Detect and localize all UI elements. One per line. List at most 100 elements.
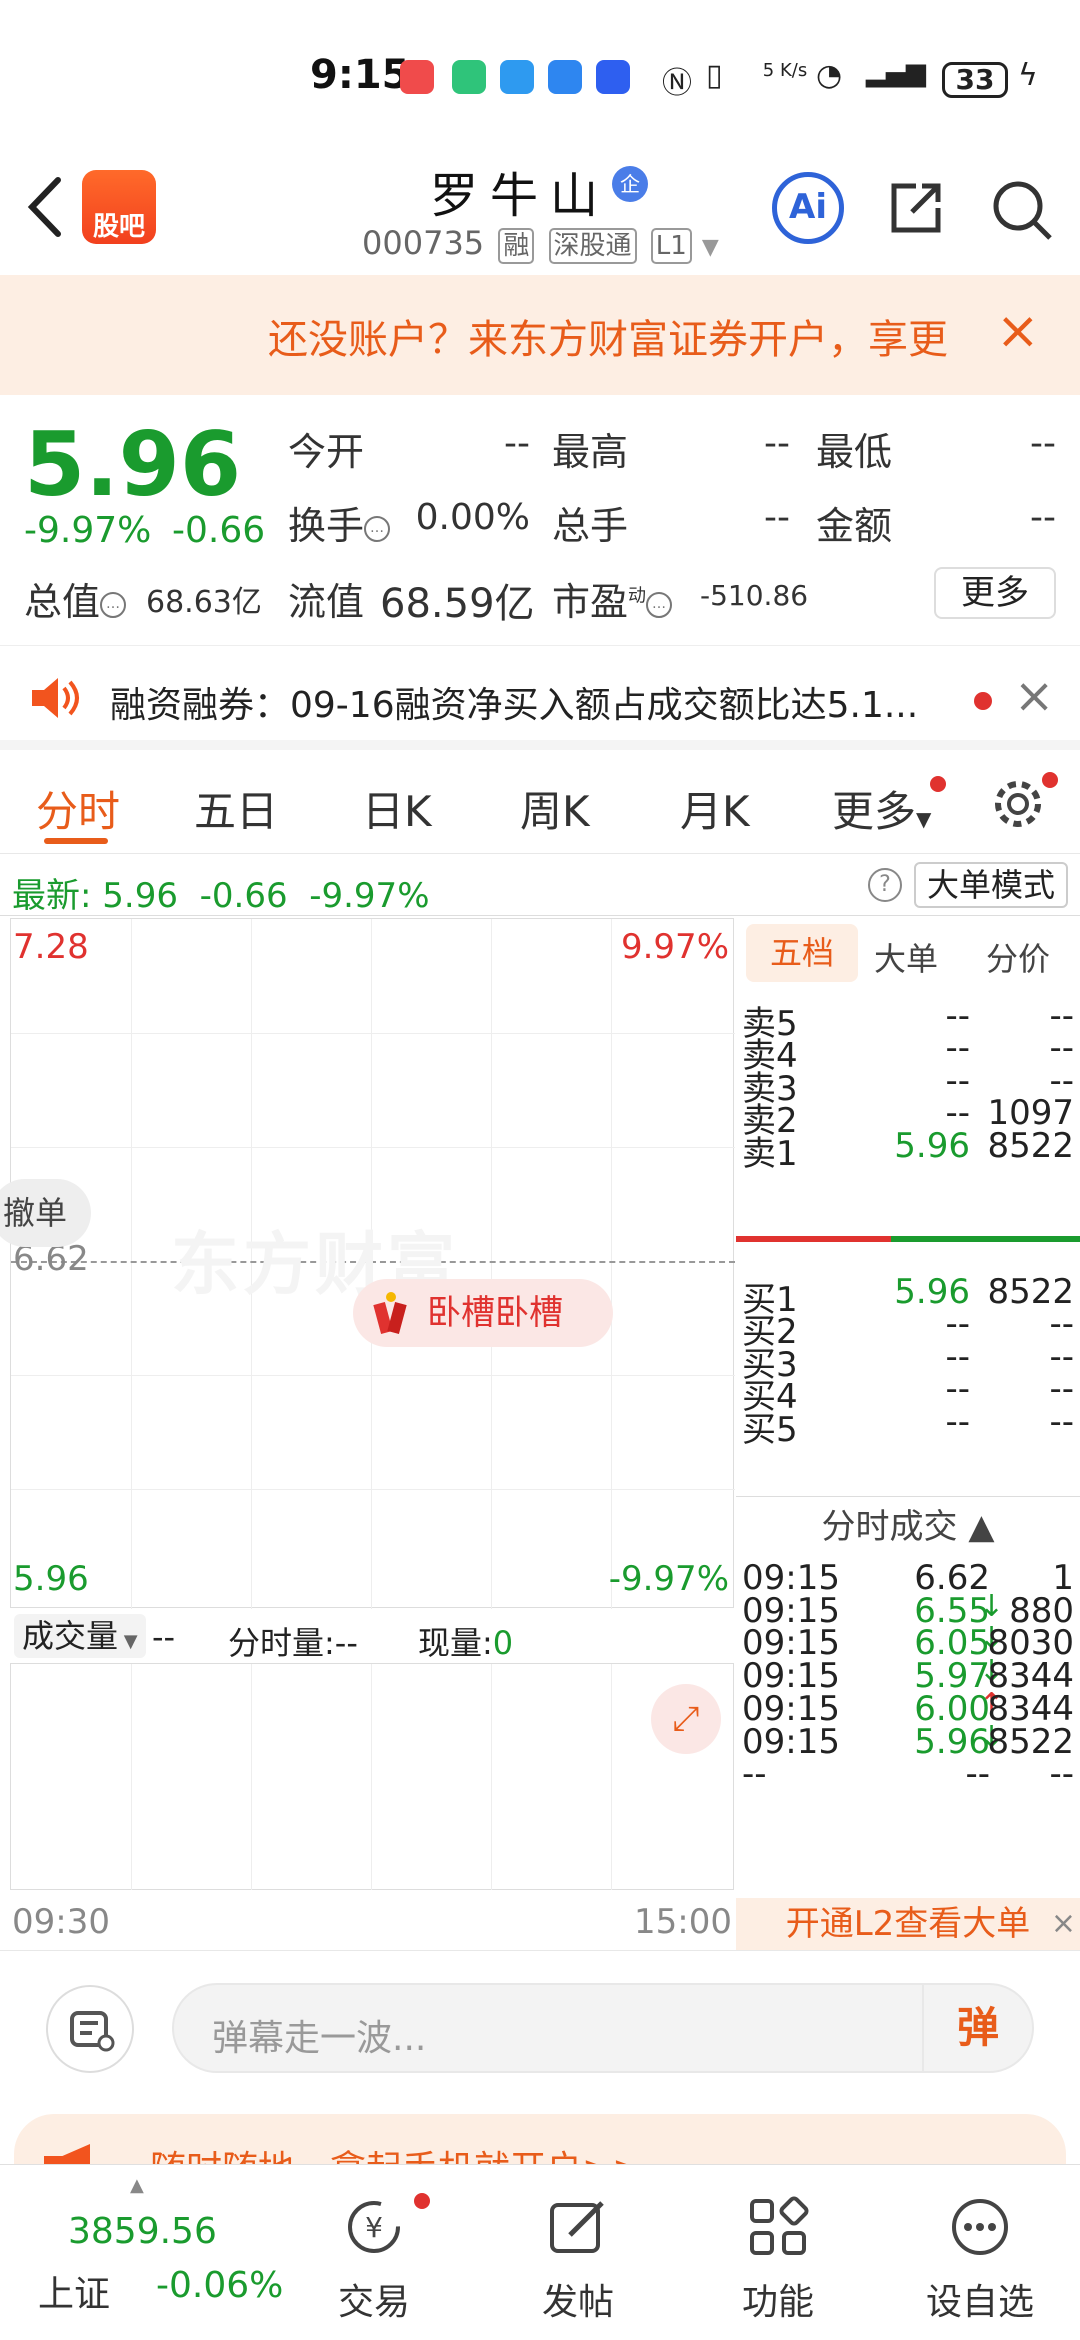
nav-post-label: 发帖	[541, 2282, 614, 2323]
stock-name: 罗牛山	[430, 168, 611, 224]
time-axis: 09:30 15:00	[10, 1892, 734, 1948]
nav-post[interactable]: 发帖	[508, 2195, 648, 2335]
bid-ask-ratio-bar	[736, 1236, 1080, 1242]
info-icon[interactable]: …	[364, 515, 391, 542]
danmu-toggle-button[interactable]: 弹	[922, 1985, 1032, 2071]
dropdown-icon: ▼	[701, 235, 719, 260]
low-label: 最低	[816, 430, 893, 474]
volume-label: 总手	[552, 504, 629, 548]
trades-header[interactable]: 分时成交 ▲	[736, 1496, 1080, 1556]
trade-red-dot	[414, 2193, 430, 2209]
l2-promo[interactable]: 开通L2查看大单 ×	[736, 1898, 1080, 1950]
orderbook-tabs: 五档 大单 分价	[736, 918, 1080, 986]
ai-button[interactable]: Ai	[772, 172, 844, 244]
big-order-mode-button[interactable]: 大单模式	[914, 862, 1068, 908]
volume-value: --	[152, 1618, 176, 1656]
browser-app-icon	[596, 60, 630, 94]
back-icon[interactable]	[22, 172, 72, 242]
ask-volume: 8522	[987, 1125, 1074, 1166]
ask-price: 5.96	[894, 1125, 970, 1166]
battery-icon: 33	[942, 62, 1008, 98]
bid-volume: --	[1049, 1401, 1074, 1442]
margin-notice[interactable]: 融资融券：09-16融资净买入额占成交额比达5.1... ×	[0, 645, 1080, 750]
nav-trade-label: 交易	[337, 2282, 410, 2323]
stock-code: 000735	[362, 224, 485, 262]
notice-dot	[974, 692, 992, 710]
expand-icon[interactable]: ⤢	[651, 1684, 721, 1754]
ask-row[interactable]: 卖1 5.96 8522	[736, 1126, 1080, 1174]
nav-watchlist[interactable]: 设自选	[910, 2195, 1050, 2335]
info-icon[interactable]: …	[100, 591, 127, 618]
side-bubble[interactable]: 撤单	[0, 1179, 91, 1247]
tab-weekly-k[interactable]: 周K	[520, 778, 590, 839]
index-value[interactable]: 3859.56	[68, 2211, 217, 2252]
chart-top-price: 7.28	[13, 927, 89, 967]
tab-five-levels[interactable]: 五档	[746, 924, 858, 982]
danmu-input[interactable]: 弹幕走一波... 弹	[172, 1983, 1034, 2073]
tab-price-dist[interactable]: 分价	[986, 934, 1050, 980]
amount-value: --	[1030, 497, 1056, 538]
stock-code-line[interactable]: 000735 融 深股通 L1 ▼	[362, 224, 719, 264]
status-bar: 9:15 Ⓝ ▯ 5 K/s ◔ ▂▄▆ 33 ϟ	[0, 0, 1080, 140]
pe-value: -510.86	[700, 579, 809, 612]
edit-icon	[550, 2201, 604, 2253]
help-icon[interactable]: ?	[868, 868, 902, 902]
more-button[interactable]: 更多	[934, 567, 1056, 619]
account-banner[interactable]: 还没账户？来东方财富证券开户，享更 ×	[0, 275, 1080, 395]
turnover-label: 换手…	[288, 495, 391, 550]
nav-watchlist-label: 设自选	[925, 2282, 1034, 2323]
banner-close-icon[interactable]: ×	[996, 303, 1040, 359]
info-icon[interactable]: …	[646, 591, 673, 618]
nav-trade[interactable]: ¥ 交易	[304, 2195, 444, 2335]
chart-bottom-price: 5.96	[13, 1559, 89, 1599]
enterprise-badge: 企	[612, 166, 648, 202]
time-start: 09:30	[12, 1902, 110, 1942]
order-book-panel: 五档 大单 分价 卖5 -- -- 卖4 -- -- 卖3 -- -- 卖2 -- 1097 卖1 5.9…	[736, 918, 1080, 1950]
intraday-chart[interactable]: 东方财富 7.28 9.97% 6.62 5.96 -9.97% 撤单 卧槽卧槽	[0, 918, 735, 1609]
tab-monthly-k[interactable]: 月K	[680, 778, 750, 839]
firecracker-icon	[373, 1292, 407, 1335]
tab-five-day[interactable]: 五日	[194, 778, 278, 839]
expand-up-icon[interactable]: ▲	[130, 2175, 144, 2196]
latest-text: 最新: 5.96 -0.66 -9.97%	[12, 876, 430, 916]
bid-price: --	[945, 1401, 970, 1442]
notice-close-icon[interactable]: ×	[1014, 668, 1054, 724]
tab-daily-k[interactable]: 日K	[362, 778, 432, 839]
float-label: 流值	[288, 580, 365, 624]
turnover-value: 0.00%	[415, 497, 530, 538]
tab-big-orders[interactable]: 大单	[874, 934, 938, 980]
change-percent: -9.97%	[24, 510, 152, 551]
tab-intraday[interactable]: 分时	[36, 778, 120, 839]
settings-red-dot	[1042, 772, 1058, 788]
tag-margin: 融	[498, 228, 535, 264]
chart-tabs: 分时 五日 日K 周K 月K 更多▼	[0, 752, 1080, 854]
yen-refresh-icon: ¥	[348, 2201, 400, 2253]
nav-functions[interactable]: 功能	[708, 2195, 848, 2335]
search-icon[interactable]	[990, 178, 1054, 242]
speaker-icon	[32, 678, 79, 718]
low-value: --	[1030, 423, 1056, 464]
charging-icon: ϟ	[1018, 58, 1038, 93]
grid-icon	[750, 2196, 809, 2255]
index-name[interactable]: 上证	[38, 2265, 110, 2317]
danmu-bubble[interactable]: 卧槽卧槽	[353, 1279, 613, 1347]
index-change[interactable]: -0.06%	[156, 2265, 283, 2306]
share-icon[interactable]	[886, 178, 946, 238]
bid-row[interactable]: 买5 -- --	[736, 1402, 1080, 1450]
mktcap-label: 总值…	[24, 571, 127, 626]
open-label: 今开	[288, 430, 365, 474]
quote-panel: 5.96 -9.97% -0.66 今开 -- 最高 -- 最低 -- 换手… …	[0, 395, 1080, 645]
signal-icon: ▂▄▆	[866, 58, 926, 88]
settings-gear-icon[interactable]	[992, 778, 1044, 830]
l2-close-icon[interactable]: ×	[1051, 1898, 1076, 1950]
volume-chart[interactable]: ⤢	[10, 1664, 734, 1890]
current-volume: 现量:0	[418, 1624, 514, 1662]
message-app-icon	[500, 60, 534, 94]
tab-more[interactable]: 更多▼	[832, 778, 931, 839]
current-price: 5.96	[24, 413, 242, 516]
guba-button[interactable]: 股吧	[82, 170, 156, 244]
volume-selector[interactable]: 成交量 ▼	[14, 1614, 146, 1658]
high-value: --	[764, 423, 790, 464]
nfc-icon: Ⓝ	[662, 66, 692, 101]
comment-settings-icon[interactable]	[46, 1985, 134, 2073]
